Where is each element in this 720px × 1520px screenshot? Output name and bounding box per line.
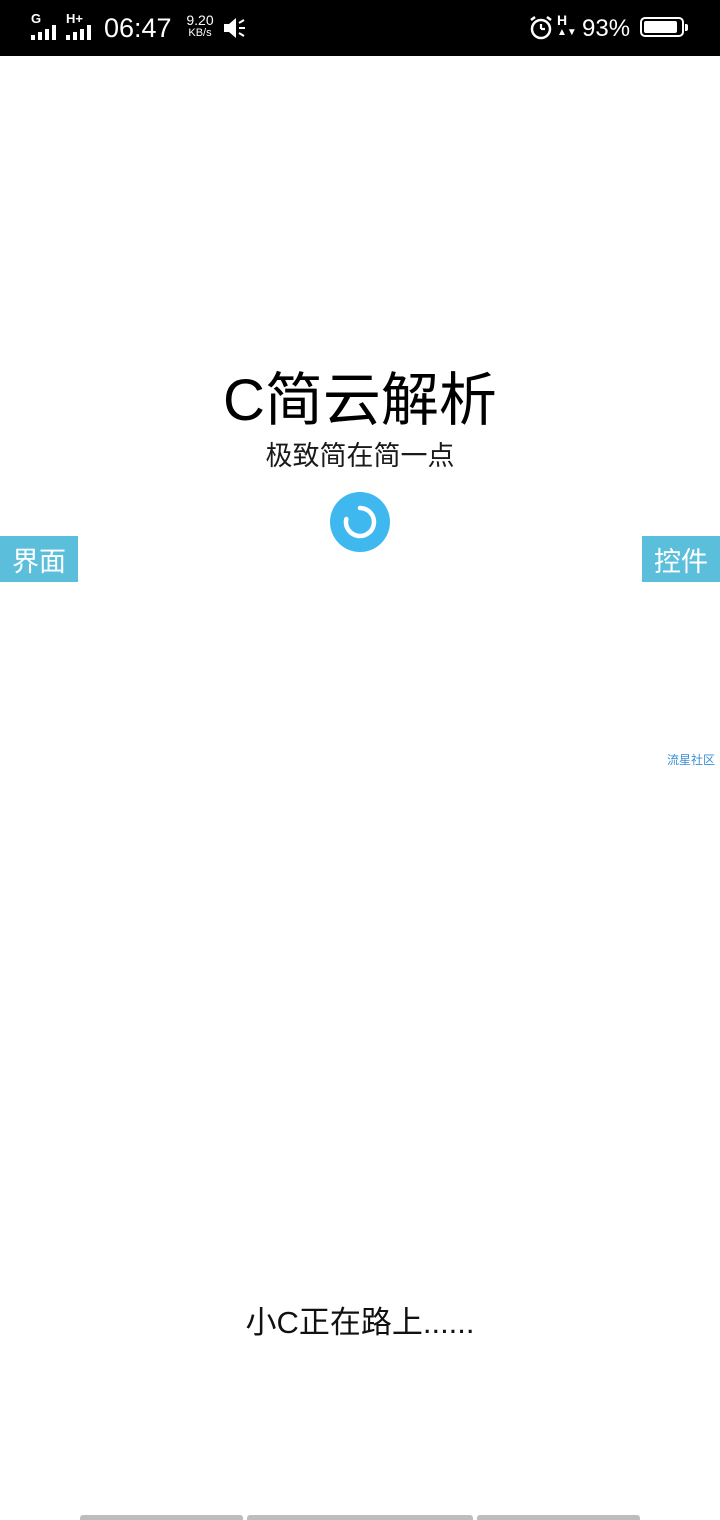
status-bar: G H+ 06:47 9.20 KB/s H ▲▼ 93%	[0, 0, 720, 56]
network-speed: 9.20 KB/s	[183, 12, 217, 40]
nav-gesture-bar[interactable]	[80, 1515, 243, 1520]
hd-label: H	[557, 12, 568, 28]
battery-icon	[640, 17, 688, 37]
hd-icon: H ▲▼	[557, 12, 577, 38]
mute-icon	[224, 18, 245, 38]
app-title: C简云解析	[223, 368, 497, 433]
alarm-icon	[530, 16, 552, 40]
nav-gesture-bar[interactable]	[477, 1515, 640, 1520]
battery-percent: 93%	[582, 15, 631, 42]
community-link[interactable]: 流星社区	[667, 752, 720, 768]
network-speed-unit: KB/s	[188, 27, 212, 39]
signal-icon: H+	[66, 12, 96, 40]
loading-message: 小C正在路上......	[245, 1305, 475, 1340]
battery-fill	[644, 21, 677, 33]
app-subtitle: 极致简在简一点	[265, 441, 455, 471]
controls-tab-button[interactable]: 控件	[642, 536, 720, 582]
nav-gesture-bar[interactable]	[247, 1515, 473, 1520]
signal-icon: G	[31, 12, 61, 40]
network-speed-value: 9.20	[186, 12, 214, 28]
clock: 06:47	[104, 13, 172, 43]
interface-tab-button[interactable]: 界面	[0, 536, 78, 582]
loading-spinner-icon	[330, 492, 390, 552]
splash-screen: G H+ 06:47 9.20 KB/s H ▲▼ 93% C简云解析 极致简在…	[0, 0, 720, 1520]
